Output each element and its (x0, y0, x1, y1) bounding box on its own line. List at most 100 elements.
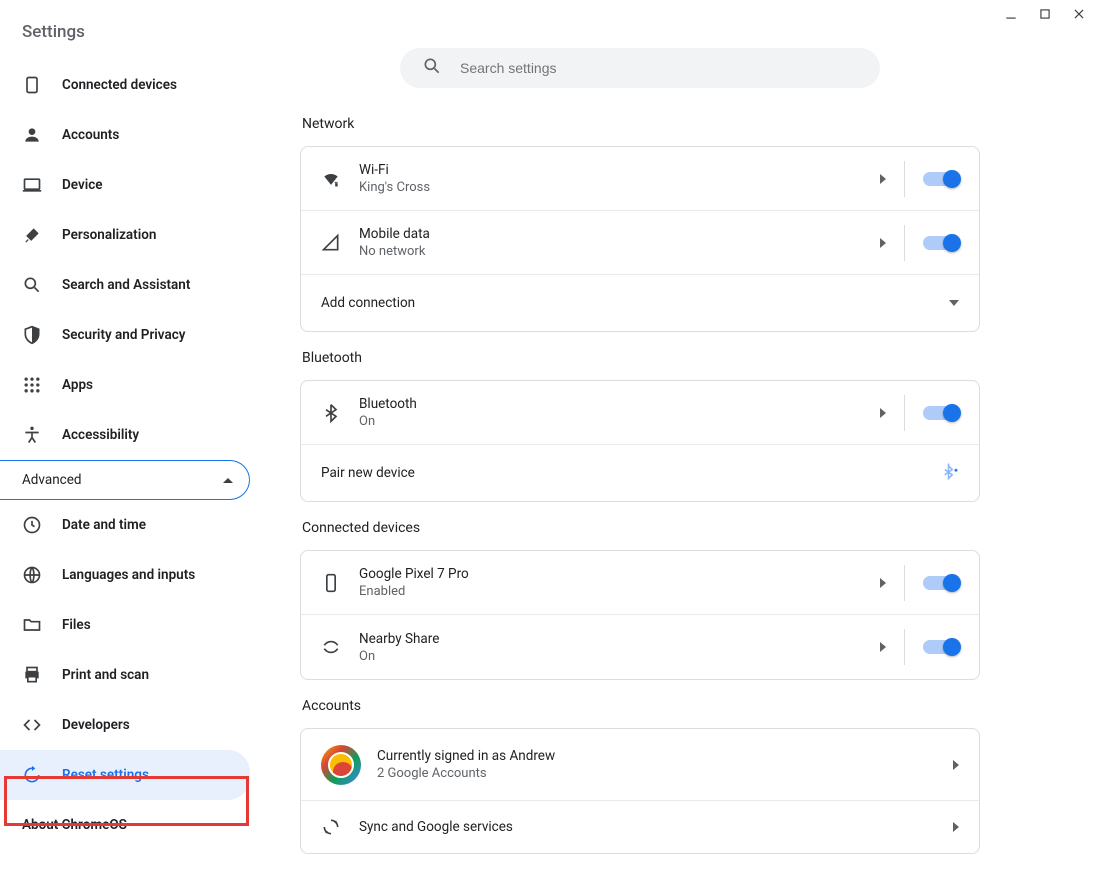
laptop-icon (22, 175, 42, 195)
about-label: About ChromeOS (22, 817, 127, 833)
person-icon (22, 125, 42, 145)
sidebar-item-accessibility[interactable]: Accessibility (0, 410, 250, 460)
sidebar-item-accounts[interactable]: Accounts (0, 110, 250, 160)
pair-label: Pair new device (321, 465, 941, 481)
phone-icon (321, 573, 341, 593)
sidebar-item-device[interactable]: Device (0, 160, 250, 210)
chevron-right-icon (953, 822, 959, 832)
network-card: Wi-Fi King's Cross Mobile data No networ… (300, 146, 980, 332)
bt-title: Bluetooth (359, 396, 880, 412)
search-icon (22, 275, 42, 295)
sidebar-item-label: Accounts (62, 127, 119, 143)
wifi-row[interactable]: Wi-Fi King's Cross (301, 147, 979, 211)
phone-sub: Enabled (359, 584, 880, 599)
sidebar-item-label: Accessibility (62, 427, 139, 443)
chevron-down-icon (949, 300, 959, 306)
divider (904, 629, 905, 665)
section-title-accounts: Accounts (302, 698, 1100, 714)
signed-in-title: Currently signed in as Andrew (377, 748, 953, 764)
bluetooth-card: Bluetooth On Pair new device (300, 380, 980, 502)
accessibility-icon (22, 425, 42, 445)
chevron-right-icon (953, 760, 959, 770)
sidebar-item-personalization[interactable]: Personalization (0, 210, 250, 260)
sidebar-item-connected-devices[interactable]: Connected devices (0, 60, 250, 110)
sidebar-item-label: Print and scan (62, 667, 149, 683)
nearby-toggle[interactable] (923, 640, 959, 654)
sidebar-item-label: Files (62, 617, 91, 633)
signed-in-sub: 2 Google Accounts (377, 766, 953, 781)
add-connection-row[interactable]: Add connection (301, 275, 979, 331)
wifi-sub: King's Cross (359, 180, 880, 195)
chevron-right-icon (880, 408, 886, 418)
sidebar-item-print-scan[interactable]: Print and scan (0, 650, 250, 700)
search-input[interactable] (460, 60, 858, 76)
sidebar-item-label: Reset settings (62, 767, 149, 783)
phone-title: Google Pixel 7 Pro (359, 566, 880, 582)
wifi-toggle[interactable] (923, 172, 959, 186)
sidebar-item-about[interactable]: About ChromeOS (0, 800, 250, 850)
avatar (321, 745, 361, 785)
signed-in-row[interactable]: Currently signed in as Andrew 2 Google A… (301, 729, 979, 801)
bluetooth-row[interactable]: Bluetooth On (301, 381, 979, 445)
search-bar[interactable] (400, 48, 880, 88)
globe-icon (22, 565, 42, 585)
sidebar-item-developers[interactable]: Developers (0, 700, 250, 750)
bluetooth-pair-icon (941, 462, 959, 484)
mobile-sub: No network (359, 244, 880, 259)
divider (904, 565, 905, 601)
bt-toggle[interactable] (923, 406, 959, 420)
wifi-title: Wi-Fi (359, 162, 880, 178)
sidebar-item-apps[interactable]: Apps (0, 360, 250, 410)
sidebar-item-label: Security and Privacy (62, 327, 185, 343)
sidebar-item-search-assistant[interactable]: Search and Assistant (0, 260, 250, 310)
sidebar-item-label: Apps (62, 377, 93, 393)
sidebar-item-files[interactable]: Files (0, 600, 250, 650)
sidebar-item-label: Languages and inputs (62, 567, 195, 583)
apps-icon (22, 375, 42, 395)
mobile-toggle[interactable] (923, 236, 959, 250)
divider (904, 395, 905, 431)
add-connection-label: Add connection (321, 295, 949, 311)
print-icon (22, 665, 42, 685)
nearby-row[interactable]: Nearby Share On (301, 615, 979, 679)
connected-card: Google Pixel 7 Pro Enabled Nearby Share … (300, 550, 980, 680)
chevron-right-icon (880, 238, 886, 248)
pair-device-row[interactable]: Pair new device (301, 445, 979, 501)
chevron-up-icon (223, 478, 233, 483)
nearby-share-icon (321, 637, 341, 657)
brush-icon (22, 225, 42, 245)
sidebar: Settings Connected devices Accounts Devi… (0, 0, 250, 896)
nearby-sub: On (359, 649, 880, 664)
section-title-network: Network (302, 116, 1100, 132)
sync-label: Sync and Google services (359, 819, 953, 835)
sidebar-item-label: Search and Assistant (62, 277, 190, 293)
phone-row[interactable]: Google Pixel 7 Pro Enabled (301, 551, 979, 615)
nearby-title: Nearby Share (359, 631, 880, 647)
bluetooth-icon (321, 403, 341, 423)
window-close-icon[interactable] (1072, 6, 1086, 25)
sidebar-item-label: Developers (62, 717, 130, 733)
mobile-title: Mobile data (359, 226, 880, 242)
section-title-connected: Connected devices (302, 520, 1100, 536)
sidebar-item-date-time[interactable]: Date and time (0, 500, 250, 550)
sidebar-item-label: Device (62, 177, 103, 193)
window-maximize-icon[interactable] (1038, 6, 1052, 25)
phone-toggle[interactable] (923, 576, 959, 590)
divider (904, 225, 905, 261)
mobile-data-row[interactable]: Mobile data No network (301, 211, 979, 275)
clock-icon (22, 515, 42, 535)
sidebar-item-languages[interactable]: Languages and inputs (0, 550, 250, 600)
devices-icon (22, 75, 42, 95)
bt-sub: On (359, 414, 880, 429)
sidebar-item-reset-settings[interactable]: Reset settings (0, 750, 250, 800)
window-minimize-icon[interactable] (1004, 6, 1018, 25)
sidebar-item-label: Connected devices (62, 77, 177, 93)
sidebar-item-security-privacy[interactable]: Security and Privacy (0, 310, 250, 360)
section-title-bluetooth: Bluetooth (302, 350, 1100, 366)
reset-icon (22, 765, 42, 785)
mobile-data-icon (321, 233, 341, 253)
sidebar-item-label: Date and time (62, 517, 146, 533)
chevron-right-icon (880, 642, 886, 652)
sync-row[interactable]: Sync and Google services (301, 801, 979, 853)
sidebar-item-advanced[interactable]: Advanced (0, 460, 250, 500)
